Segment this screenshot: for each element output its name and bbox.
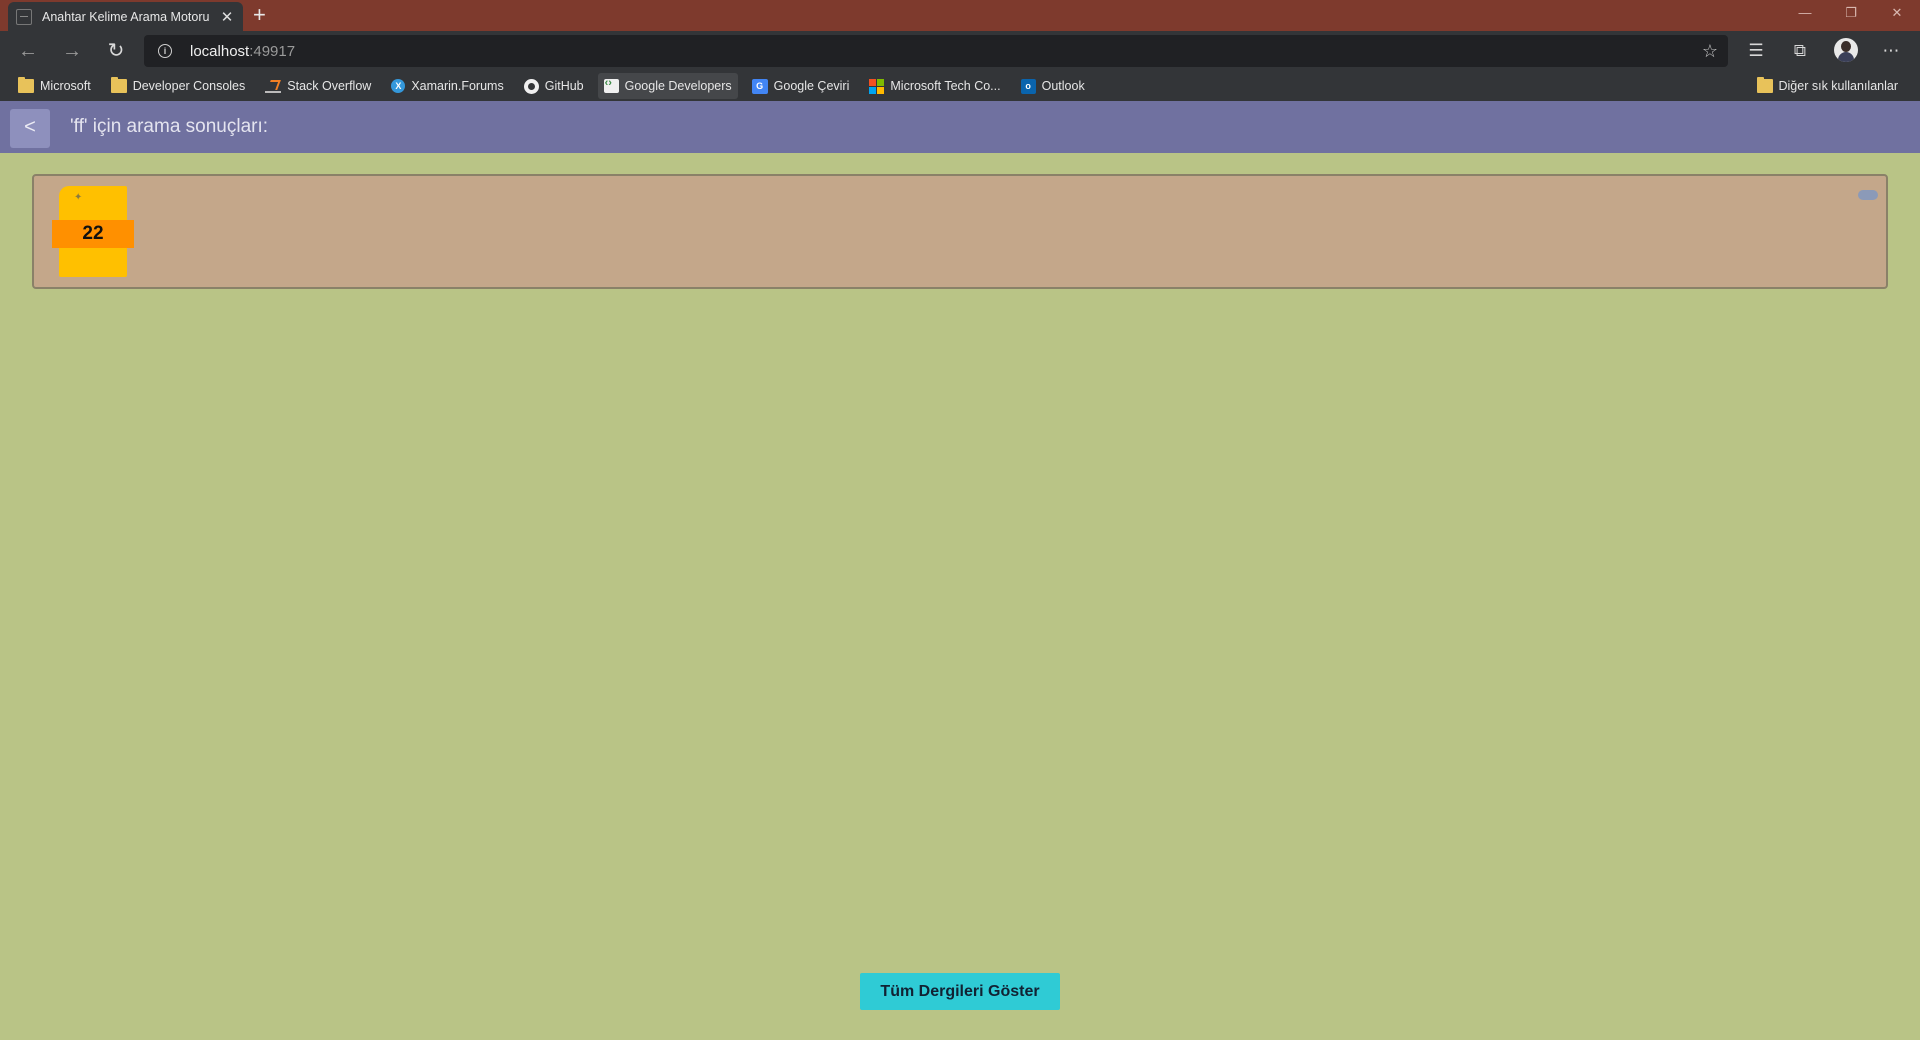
forward-arrow-icon[interactable]: → [60, 39, 84, 63]
github-icon [523, 78, 539, 94]
page-favicon-icon [16, 8, 32, 25]
bookmark-label: Diğer sık kullanılanlar [1778, 79, 1899, 93]
back-arrow-icon[interactable]: ← [16, 39, 40, 63]
google-translate-icon: G [751, 78, 768, 94]
bookmark-label: Stack Overflow [287, 79, 372, 93]
more-options-icon[interactable]: ⋯ [1878, 39, 1904, 63]
stackoverflow-icon [265, 79, 282, 93]
close-window-button[interactable]: ✕ [1874, 0, 1920, 25]
browser-title-bar: Anahtar Kelime Arama Motoru ✕ + — ❐ ✕ [0, 0, 1920, 31]
google-developers-icon [603, 77, 619, 93]
app-header: < 'ff' için arama sonuçları: [0, 101, 1920, 153]
folder-icon [1756, 77, 1773, 93]
microsoft-icon [869, 78, 885, 94]
logo-mark-icon: ✦ [74, 192, 83, 203]
url-host: localhost [190, 42, 250, 60]
bookmark-label: Xamarin.Forums [411, 79, 504, 93]
bookmark-outlook[interactable]: o Outlook [1015, 73, 1091, 99]
bookmark-other-favorites[interactable]: Diğer sık kullanılanlar [1751, 73, 1905, 99]
search-result-card[interactable]: ✦ 22 [32, 174, 1888, 289]
window-controls: — ❐ ✕ [1782, 0, 1920, 25]
bookmark-label: Google Developers [624, 79, 732, 93]
bookmark-microsoft[interactable]: Microsoft [12, 73, 97, 99]
page-title: 'ff' için arama sonuçları: [70, 116, 269, 137]
magazine-cover-thumbnail[interactable]: ✦ 22 [52, 186, 134, 277]
outlook-icon: o [1020, 78, 1036, 94]
bookmark-label: Microsoft Tech Co... [890, 79, 1001, 93]
refresh-icon[interactable]: ↻ [104, 39, 128, 63]
bookmark-github[interactable]: GitHub [518, 73, 590, 99]
browser-tab-active[interactable]: Anahtar Kelime Arama Motoru ✕ [8, 2, 243, 31]
bookmark-microsoft-tech-community[interactable]: Microsoft Tech Co... [863, 73, 1006, 99]
site-info-icon[interactable]: i [158, 44, 172, 58]
browser-toolbar: ← → ↻ i localhost:49917 ☆ ☰ ⧉ ⋯ [0, 31, 1920, 71]
favorites-list-icon[interactable]: ☰ [1743, 39, 1769, 63]
show-all-magazines-button[interactable]: Tüm Dergileri Göster [860, 973, 1060, 1010]
collections-icon[interactable]: ⧉ [1787, 39, 1813, 63]
bookmark-stack-overflow[interactable]: Stack Overflow [259, 73, 377, 99]
bookmark-label: Developer Consoles [132, 79, 246, 93]
xamarin-icon: X [391, 79, 406, 93]
bookmark-label: GitHub [544, 79, 584, 93]
bookmark-label: Microsoft [40, 79, 91, 93]
minimize-button[interactable]: — [1782, 0, 1828, 25]
bookmarks-bar: Microsoft Developer Consoles Stack Overf… [0, 71, 1920, 101]
card-toggle-pill[interactable] [1858, 190, 1878, 200]
back-button[interactable]: < [10, 109, 50, 148]
bookmark-developer-consoles[interactable]: Developer Consoles [105, 73, 252, 99]
bookmark-google-developers[interactable]: Google Developers [597, 73, 738, 99]
address-bar[interactable]: i localhost:49917 ☆ [144, 35, 1728, 67]
bookmark-google-ceviri[interactable]: G Google Çeviri [746, 73, 856, 99]
folder-icon [18, 77, 34, 93]
restore-button[interactable]: ❐ [1828, 0, 1874, 25]
url-port: :49917 [249, 42, 296, 60]
bookmark-label: Google Çeviri [773, 79, 850, 93]
bookmark-label: Outlook [1041, 79, 1085, 93]
favorite-star-icon[interactable]: ☆ [1702, 41, 1718, 62]
magazine-logo: ✦ [62, 189, 122, 205]
profile-avatar[interactable] [1834, 38, 1858, 62]
folder-icon [110, 77, 127, 93]
tab-title: Anahtar Kelime Arama Motoru [42, 9, 210, 24]
new-tab-button[interactable]: + [253, 4, 266, 26]
tab-close-icon[interactable]: ✕ [219, 8, 235, 26]
bookmark-xamarin-forums[interactable]: X Xamarin.Forums [385, 73, 509, 99]
issue-number: 22 [52, 220, 134, 248]
